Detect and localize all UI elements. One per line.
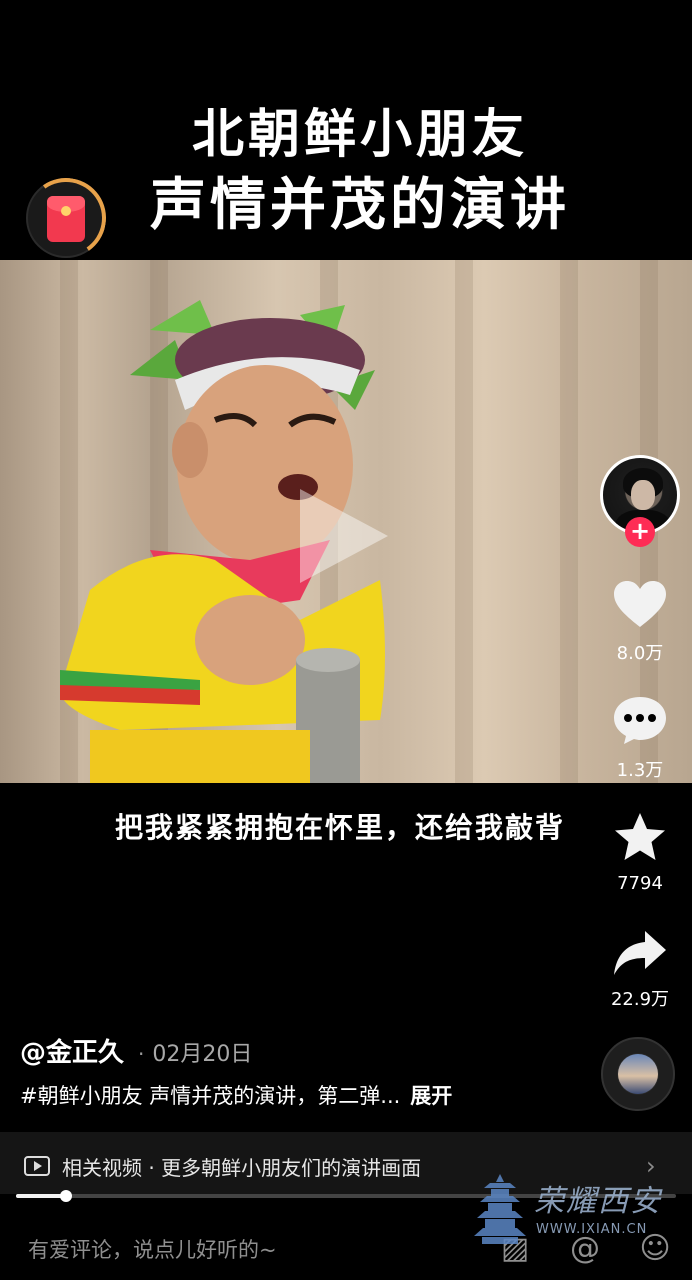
avatar-face — [631, 480, 655, 510]
heart-icon — [614, 581, 666, 627]
music-cover-image — [618, 1054, 658, 1094]
share-arrow-icon — [614, 931, 666, 975]
watermark-url: WWW.IXIAN.CN — [536, 1222, 648, 1237]
share-button[interactable] — [612, 929, 668, 979]
progress-fill — [16, 1194, 66, 1198]
description-text[interactable]: #朝鲜小朋友 声情并茂的演讲，第二弹... — [20, 1084, 400, 1108]
related-videos-text: 相关视频 · 更多朝鲜小朋友们的演讲画面 — [62, 1156, 422, 1180]
comment-input[interactable]: 有爱评论，说点儿好听的~ — [28, 1234, 277, 1264]
red-packet-icon — [47, 196, 85, 242]
post-date: 02月20日 — [152, 1042, 253, 1067]
follow-button[interactable]: + — [625, 517, 655, 547]
separator-dot: · — [138, 1042, 145, 1066]
expand-button[interactable]: 展开 — [410, 1084, 452, 1108]
share-count: 22.9万 — [610, 989, 670, 1010]
favorite-button[interactable] — [612, 812, 668, 862]
video-player[interactable] — [0, 260, 692, 783]
author-name[interactable]: @金正久 — [20, 1032, 124, 1069]
video-feed-screen: 北朝鲜小朋友 声情并茂的演讲 把我紧紧拥抱在怀里，还给我敲背 + 8.0万 1.… — [0, 0, 692, 1280]
like-count: 8.0万 — [616, 643, 664, 664]
progress-thumb[interactable] — [59, 1190, 72, 1202]
video-subtitle: 把我紧紧拥抱在怀里，还给我敲背 — [114, 811, 565, 844]
speech-bubble-icon — [614, 697, 666, 744]
star-icon — [615, 813, 665, 860]
video-title-overlay: 北朝鲜小朋友 声情并茂的演讲 — [60, 100, 660, 240]
red-packet-widget[interactable] — [19, 171, 113, 265]
site-watermark: 荣耀西安 WWW.IXIAN.CN — [474, 1172, 666, 1252]
video-title-line2: 声情并茂的演讲 — [150, 172, 570, 238]
play-icon[interactable] — [300, 489, 388, 583]
video-icon — [24, 1156, 50, 1176]
video-description: #朝鲜小朋友 声情并茂的演讲，第二弹... 展开 — [20, 1080, 452, 1110]
comment-button[interactable] — [612, 695, 668, 745]
video-title-line1: 北朝鲜小朋友 — [191, 104, 528, 165]
pagoda-logo-icon — [474, 1174, 526, 1244]
author-row: @金正久 · 02月20日 — [20, 1032, 252, 1069]
music-disc[interactable] — [601, 1037, 675, 1111]
favorite-count: 7794 — [617, 873, 663, 894]
comment-count: 1.3万 — [616, 760, 664, 781]
like-button[interactable] — [612, 580, 668, 630]
watermark-text: 荣耀西安 — [534, 1184, 662, 1219]
